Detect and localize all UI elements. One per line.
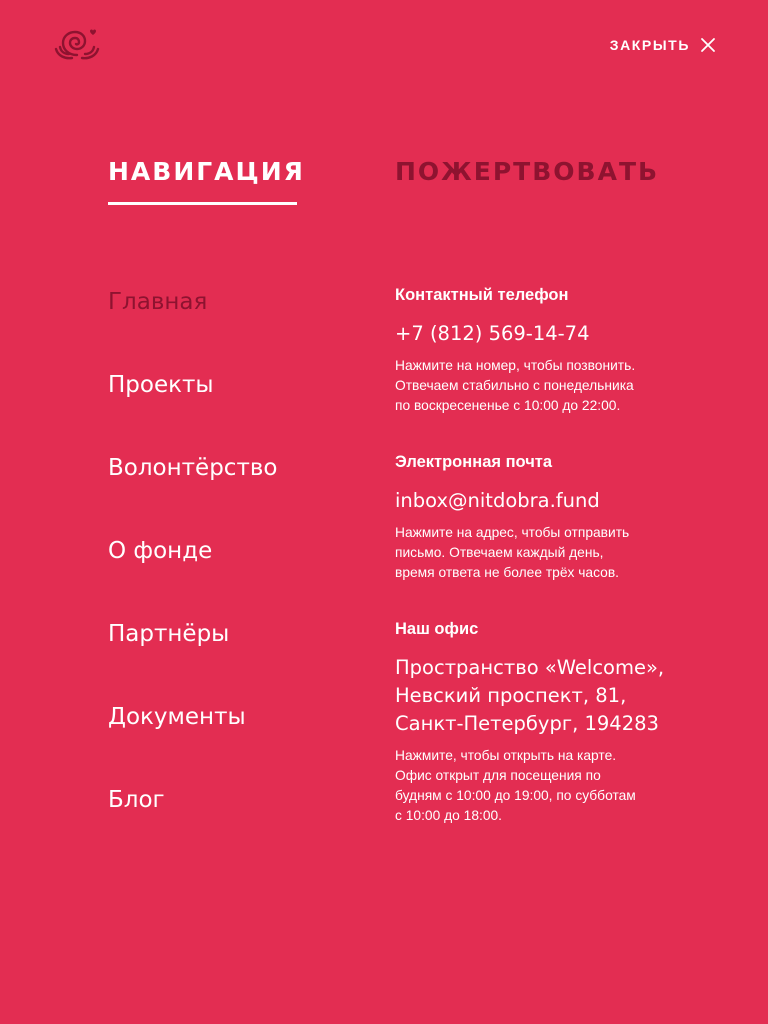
office-note: Нажмите, чтобы открыть на карте. Офис от… [395,746,725,826]
phone-section: Контактный телефон +7 (812) 569-14-74 На… [395,283,725,416]
email-note-line: Нажмите на адрес, чтобы отправить [395,525,630,540]
office-address-link[interactable]: Пространство «Welcome», Невский проспект… [395,654,725,738]
email-note: Нажмите на адрес, чтобы отправить письмо… [395,523,725,583]
phone-note: Нажмите на номер, чтобы позвонить. Отвеч… [395,356,725,416]
nav-item-partners[interactable]: Партнёры [108,614,277,697]
office-heading: Наш офис [395,620,479,638]
email-heading: Электронная почта [395,453,553,471]
office-note-line: Нажмите, чтобы открыть на карте. [395,748,617,763]
office-address-line: Санкт-Петербург, 194283 [395,712,659,735]
navigation-menu: Главная Проекты Волонтёрство О фонде Пар… [108,282,277,863]
phone-note-line: Нажмите на номер, чтобы позвонить. [395,358,636,373]
phone-link[interactable]: +7 (812) 569-14-74 [395,320,725,348]
email-note-line: письмо. Отвечаем каждый день, [395,545,604,560]
nav-item-home[interactable]: Главная [108,282,277,365]
close-label: ЗАКРЫТЬ [609,37,690,53]
close-button[interactable]: ЗАКРЫТЬ [610,37,716,53]
active-tab-underline [108,202,297,205]
email-note-line: время ответа не более трёх часов. [395,565,619,580]
tab-donate[interactable]: ПОЖЕРТВОВАТЬ [395,157,659,186]
office-section: Наш офис Пространство «Welcome», Невский… [395,617,725,826]
nav-item-projects[interactable]: Проекты [108,365,277,448]
phone-heading: Контактный телефон [395,286,569,304]
office-note-line: с 10:00 до 18:00. [395,808,503,823]
phone-note-line: Отвечаем стабильно с понедельника [395,378,634,393]
nav-item-about[interactable]: О фонде [108,531,277,614]
nav-item-volunteering[interactable]: Волонтёрство [108,448,277,531]
contacts-panel: Контактный телефон +7 (812) 569-14-74 На… [395,283,725,826]
tab-navigation[interactable]: НАВИГАЦИЯ [108,157,305,186]
close-icon[interactable] [700,37,716,53]
email-link[interactable]: inbox@nitdobra.fund [395,487,725,515]
email-section: Электронная почта inbox@nitdobra.fund На… [395,450,725,583]
office-address-line: Невский проспект, 81, [395,684,627,707]
nav-item-documents[interactable]: Документы [108,697,277,780]
nav-item-blog[interactable]: Блог [108,780,277,863]
phone-note-line: по воскресененье с 10:00 до 22:00. [395,398,621,413]
snail-heart-logo[interactable] [50,27,104,63]
office-note-line: Офис открыт для посещения по [395,768,601,783]
office-note-line: будням с 10:00 до 19:00, по субботам [395,788,636,803]
office-address-line: Пространство «Welcome», [395,656,665,679]
